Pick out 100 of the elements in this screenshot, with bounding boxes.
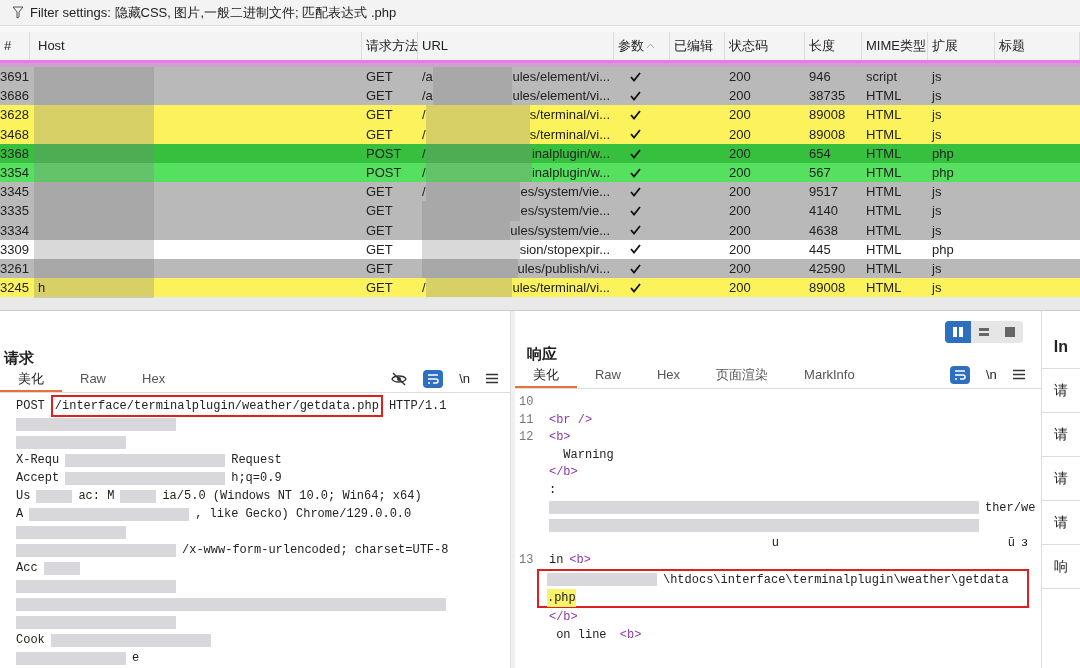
tab[interactable]: MarkInfo bbox=[786, 364, 873, 389]
table-cell-text: GET bbox=[365, 183, 394, 202]
table-cell-text: / bbox=[422, 163, 426, 182]
inspector-section[interactable]: 响 bbox=[1041, 545, 1080, 590]
table-cell-text: js bbox=[930, 259, 943, 278]
table-cell-text: GET bbox=[365, 125, 394, 144]
table-row[interactable]: 3334 GET ules/system/vie... 200 4638 HTML js bbox=[0, 220, 1080, 240]
code-text: u bbox=[770, 534, 779, 552]
column-header[interactable]: 长度 bbox=[809, 36, 835, 56]
table-cell-text: 200 bbox=[728, 221, 752, 240]
table-cell-text: HTML bbox=[865, 183, 903, 202]
code-text: A bbox=[16, 506, 24, 524]
table-row[interactable]: 3468 GET / s/terminal/vi... 200 89008 HTML js bbox=[0, 124, 1080, 144]
table-cell-text: 200 bbox=[728, 68, 752, 86]
table-cell-text: php bbox=[931, 163, 955, 182]
table-cell-text: php bbox=[931, 144, 955, 163]
table-row[interactable]: 3335 GET es/system/vie... 200 4140 HTML js bbox=[0, 201, 1080, 221]
table-cell-text: js bbox=[930, 106, 943, 125]
table-cell-text: js bbox=[930, 279, 943, 298]
table-cell-text: 3261 bbox=[0, 259, 30, 278]
highlighted-text: .php bbox=[546, 588, 576, 607]
table-cell-text: 567 bbox=[808, 163, 832, 182]
table-cell-text: /a bbox=[422, 87, 433, 106]
column-header[interactable]: 参数 bbox=[618, 36, 644, 56]
menu-icon[interactable] bbox=[485, 373, 498, 384]
table-cell-text: 200 bbox=[728, 279, 752, 298]
filter-text: Filter settings: 隐藏CSS, 图片,一般二进制文件; 匹配表达式 .php bbox=[30, 3, 397, 22]
column-header[interactable]: 状态码 bbox=[729, 36, 768, 56]
tab[interactable]: Raw bbox=[576, 364, 639, 389]
table-cell-text: 89008 bbox=[808, 125, 847, 144]
wrap-toggle-icon[interactable] bbox=[949, 365, 970, 384]
table-cell-text: 3368 bbox=[0, 144, 30, 163]
wrap-toggle-icon[interactable] bbox=[423, 369, 444, 388]
newline-toggle[interactable]: \n bbox=[459, 368, 470, 389]
newline-toggle[interactable]: \n bbox=[985, 364, 997, 385]
table-row[interactable]: 3686 GET /a ules/element/vi... 200 38735 HTML js bbox=[0, 86, 1080, 106]
table-row[interactable]: 3691 GET /a ules/element/vi... 200 946 script js bbox=[0, 67, 1080, 87]
menu-icon[interactable] bbox=[1012, 369, 1025, 380]
table-cell-text: /a bbox=[422, 68, 433, 86]
line-number: 12 bbox=[517, 429, 535, 447]
table-cell-text: 200 bbox=[728, 125, 752, 144]
table-cell-text: 9517 bbox=[808, 183, 839, 202]
table-cell-text: HTML bbox=[865, 106, 903, 125]
tab[interactable]: Hex bbox=[638, 364, 699, 389]
table-cell-text: GET bbox=[365, 279, 394, 298]
column-header[interactable]: URL bbox=[422, 36, 448, 56]
tab[interactable]: 美化 bbox=[0, 368, 62, 393]
code-text: Acc bbox=[16, 560, 38, 578]
table-cell-text: ules/terminal/vi... bbox=[512, 279, 610, 298]
table-row[interactable]: 3354 POST / inalplugin/w... 200 567 HTML php bbox=[0, 162, 1080, 183]
code-text: ũ bbox=[1006, 534, 1015, 552]
table-cell-text: sion/stopexpir... bbox=[519, 240, 610, 259]
hide-icon[interactable] bbox=[391, 371, 408, 386]
code-text: X-Requ bbox=[16, 452, 60, 470]
column-header[interactable]: MIME类型 bbox=[866, 36, 926, 56]
table-cell-text: es/system/vie... bbox=[520, 202, 610, 221]
table-cell-text: / bbox=[422, 125, 426, 144]
column-header[interactable]: 已编辑 bbox=[674, 36, 713, 56]
filter-bar[interactable]: Filter settings: 隐藏CSS, 图片,一般二进制文件; 匹配表达式 .php bbox=[0, 0, 1080, 26]
table-row[interactable]: 3368 POST / inalplugin/w... 200 654 HTML php bbox=[0, 143, 1080, 163]
inspector-section[interactable]: 请 bbox=[1041, 501, 1080, 546]
table-cell-text: ules/system/vie... bbox=[510, 221, 610, 240]
table-row[interactable]: 3345 GET / es/system/vie... 200 9517 HTML js bbox=[0, 182, 1080, 202]
code-text: HTTP/1.1 bbox=[388, 398, 447, 416]
inspector-section[interactable]: 请 bbox=[1041, 413, 1080, 458]
code-tag: <b> bbox=[548, 428, 571, 447]
column-header[interactable]: Host bbox=[34, 36, 65, 56]
tab[interactable]: 页面渲染 bbox=[698, 364, 787, 389]
inspector-section[interactable]: 请 bbox=[1041, 369, 1080, 414]
column-header[interactable]: 标题 bbox=[999, 36, 1025, 56]
column-header[interactable]: 请求方法 bbox=[366, 36, 418, 56]
table-cell-text: 4638 bbox=[808, 221, 839, 240]
code-tag: <br /> bbox=[548, 410, 593, 429]
table-row[interactable]: 3628 GET / s/terminal/vi... 200 89008 HTML js bbox=[0, 105, 1080, 125]
column-header[interactable]: # bbox=[4, 36, 12, 56]
table-cell-text: GET bbox=[365, 221, 394, 240]
table-cell-text: 200 bbox=[728, 87, 752, 106]
tab[interactable]: 美化 bbox=[514, 364, 577, 389]
tab[interactable]: Hex bbox=[124, 368, 184, 393]
table-row[interactable]: 3261 GET ules/publish/vi... 200 42590 HTML js bbox=[0, 258, 1080, 279]
highlighted-path: /interface/terminalplugin/weather/getdata.php bbox=[50, 395, 383, 418]
inspector-title: In bbox=[1041, 325, 1080, 370]
table-row[interactable]: 3245 h GET / ules/terminal/vi... 200 89008 HTML js bbox=[0, 278, 1080, 298]
table-cell-text: 200 bbox=[728, 202, 752, 221]
table-cell-text: 3628 bbox=[0, 106, 30, 125]
table-cell-text: 3354 bbox=[0, 163, 30, 182]
table-cell-text: 3334 bbox=[0, 221, 30, 240]
column-header[interactable]: 扩展 bbox=[932, 36, 958, 56]
table-cell-text: / bbox=[422, 106, 426, 125]
table-cell-text: js bbox=[930, 202, 943, 221]
table-cell-text: GET bbox=[365, 106, 394, 125]
tab[interactable]: Raw bbox=[62, 368, 124, 393]
inspector-section[interactable]: 请 bbox=[1041, 457, 1080, 502]
table-cell-text: 200 bbox=[728, 183, 752, 202]
line-number: 13 bbox=[517, 552, 535, 570]
code-text: Warning bbox=[562, 446, 614, 464]
table-cell-text: HTML bbox=[865, 259, 903, 278]
table-cell-text: js bbox=[930, 87, 943, 106]
layout-split-icon[interactable] bbox=[944, 321, 971, 344]
filter-icon bbox=[12, 6, 24, 19]
